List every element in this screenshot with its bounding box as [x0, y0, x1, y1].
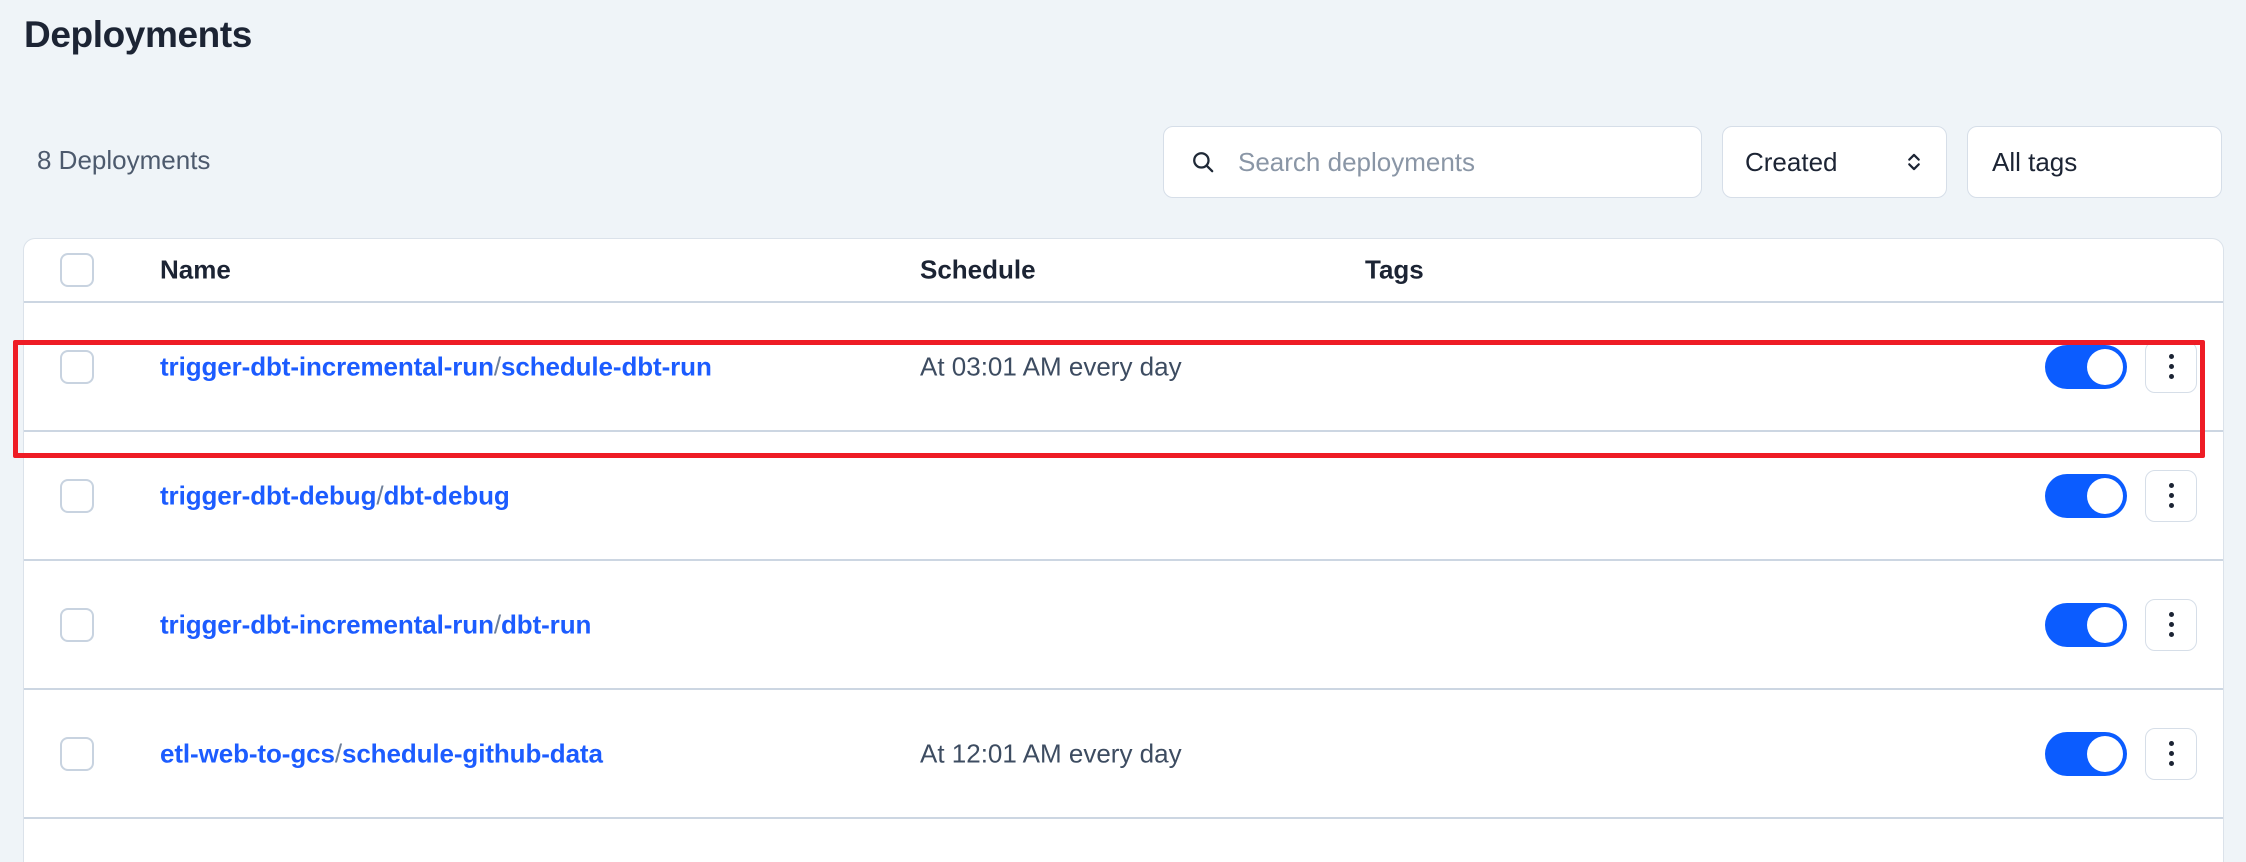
deployment-schedule: At 03:01 AM every day [920, 351, 1182, 381]
sort-select[interactable]: Created [1722, 126, 1947, 198]
kebab-dot [2168, 483, 2174, 488]
toolbar: 8 Deployments Created All tags [0, 118, 2246, 208]
flow-name: trigger-dbt-incremental-run [160, 609, 494, 639]
toggle-knob [2087, 348, 2123, 385]
chevron-up-down-icon [1908, 153, 1920, 171]
table-row[interactable]: trigger-dbt-debug/dbt-debug [24, 430, 2223, 559]
kebab-dot [2168, 374, 2174, 379]
search-input[interactable] [1238, 146, 1668, 178]
row-select-cell [60, 478, 94, 513]
flow-name: trigger-dbt-debug [160, 480, 377, 510]
select-all-cell [60, 253, 94, 287]
select-all-checkbox[interactable] [60, 253, 94, 287]
flow-name: trigger-dbt-incremental-run [160, 351, 494, 381]
name-separator: / [376, 480, 384, 510]
deployments-table: Name Schedule Tags trigger-dbt-increment… [23, 238, 2224, 862]
row-menu-button[interactable] [2145, 469, 2197, 522]
row-actions [2045, 469, 2197, 522]
deployment-toggle[interactable] [2045, 731, 2127, 776]
table-row-partial[interactable] [24, 817, 2223, 862]
column-header-tags[interactable]: Tags [1365, 255, 1424, 286]
row-actions [2045, 727, 2197, 780]
deployment-toggle[interactable] [2045, 602, 2127, 647]
name-separator: / [493, 609, 501, 639]
name-separator: / [493, 351, 501, 381]
row-select-cell [60, 736, 94, 771]
toggle-knob [2087, 477, 2123, 514]
deployment-name: dbt-run [501, 609, 592, 639]
table-row[interactable]: trigger-dbt-incremental-run/schedule-dbt… [24, 301, 2223, 430]
deployments-page: Deployments 8 Deployments Created All ta… [0, 0, 2246, 862]
row-menu-button[interactable] [2145, 598, 2197, 651]
deployment-schedule: At 12:01 AM every day [920, 738, 1182, 768]
row-actions [2045, 340, 2197, 393]
deployment-name: dbt-debug [383, 480, 510, 510]
page-title: Deployments [24, 14, 252, 55]
column-header-name[interactable]: Name [160, 255, 231, 286]
table-row[interactable]: etl-web-to-gcs/schedule-github-data At 1… [24, 688, 2223, 817]
row-checkbox[interactable] [60, 736, 94, 771]
row-select-cell [60, 349, 94, 384]
kebab-dot [2168, 741, 2174, 746]
deployment-name: schedule-github-data [341, 738, 603, 768]
toggle-knob [2087, 735, 2123, 772]
row-select-cell [60, 607, 94, 642]
deployment-name-link[interactable]: trigger-dbt-incremental-run/dbt-run [160, 609, 591, 640]
deployments-count: 8 Deployments [37, 145, 211, 175]
row-menu-button[interactable] [2145, 727, 2197, 780]
row-checkbox[interactable] [60, 478, 94, 513]
deployment-toggle[interactable] [2045, 473, 2127, 518]
deployment-name-link[interactable]: trigger-dbt-incremental-run/schedule-dbt… [160, 351, 712, 382]
kebab-dot [2168, 493, 2174, 498]
kebab-dot [2168, 761, 2174, 766]
tags-filter-button[interactable]: All tags [1967, 126, 2222, 198]
tags-filter-label: All tags [1992, 146, 2078, 177]
kebab-dot [2168, 632, 2174, 637]
table-header-row: Name Schedule Tags [24, 239, 2223, 301]
toggle-knob [2087, 606, 2123, 643]
deployment-name-link[interactable]: etl-web-to-gcs/schedule-github-data [160, 738, 603, 769]
name-separator: / [334, 738, 342, 768]
deployment-name: schedule-dbt-run [501, 351, 712, 381]
kebab-dot [2168, 503, 2174, 508]
kebab-dot [2168, 622, 2174, 627]
flow-name: etl-web-to-gcs [160, 738, 335, 768]
deployment-toggle[interactable] [2045, 344, 2127, 389]
row-menu-button[interactable] [2145, 340, 2197, 393]
row-checkbox[interactable] [60, 607, 94, 642]
kebab-dot [2168, 751, 2174, 756]
row-checkbox[interactable] [60, 349, 94, 384]
kebab-dot [2168, 354, 2174, 359]
kebab-dot [2168, 612, 2174, 617]
row-actions [2045, 598, 2197, 651]
kebab-dot [2168, 364, 2174, 369]
table-row[interactable]: trigger-dbt-incremental-run/dbt-run [24, 559, 2223, 688]
deployment-name-link[interactable]: trigger-dbt-debug/dbt-debug [160, 480, 510, 511]
column-header-schedule[interactable]: Schedule [920, 255, 1036, 286]
search-icon [1193, 152, 1214, 173]
search-box[interactable] [1163, 126, 1702, 198]
sort-select-value: Created [1745, 146, 1838, 177]
